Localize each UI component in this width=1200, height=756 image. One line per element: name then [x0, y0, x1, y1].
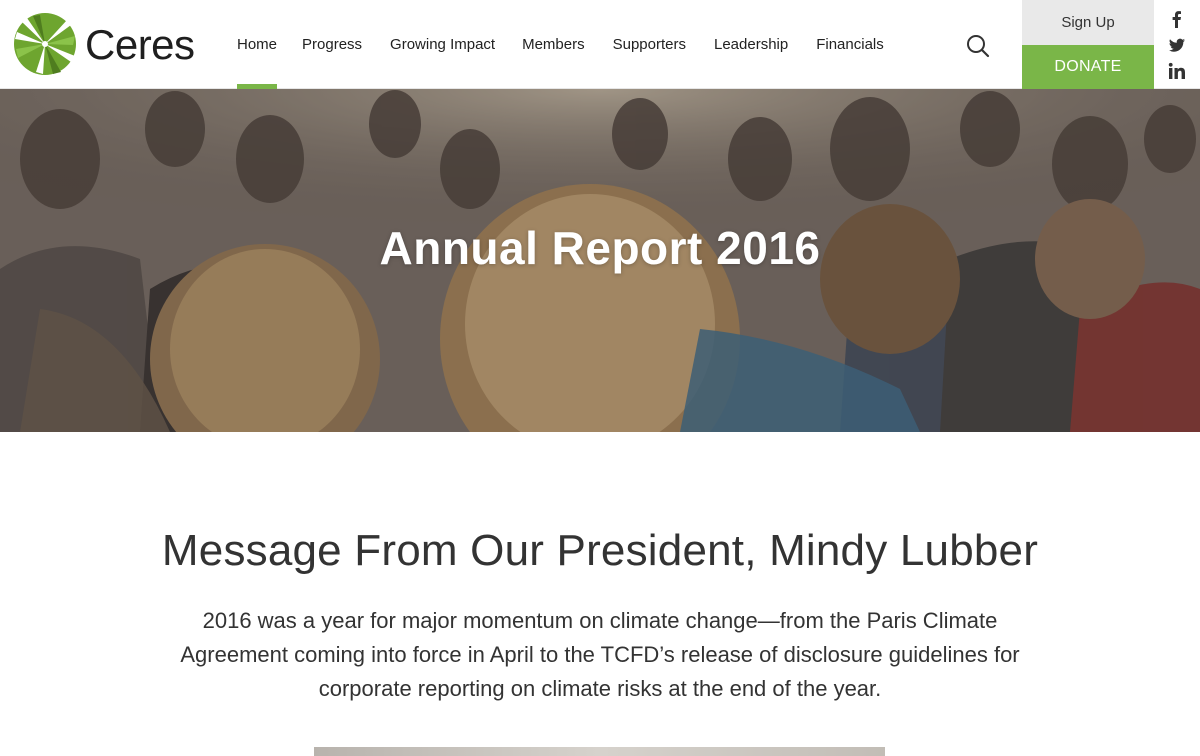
logo-wordmark: Ceres [85, 21, 195, 68]
nav-item-financials[interactable]: Financials [816, 0, 884, 89]
main-nav: Home Progress Growing Impact Members Sup… [237, 0, 884, 89]
hero-banner: Annual Report 2016 [0, 89, 1200, 432]
social-links [1154, 0, 1200, 89]
sign-up-button[interactable]: Sign Up [1022, 0, 1154, 45]
twitter-icon[interactable] [1168, 36, 1186, 54]
intro-paragraph: 2016 was a year for major momentum on cl… [180, 608, 1020, 701]
ceres-logo[interactable]: Ceres [13, 12, 195, 76]
nav-item-leadership[interactable]: Leadership [714, 0, 788, 89]
site-header: Ceres Home Progress Growing Impact Membe… [0, 0, 1200, 89]
nav-item-supporters[interactable]: Supporters [613, 0, 686, 89]
report-image [314, 747, 885, 756]
nav-item-members[interactable]: Members [522, 0, 585, 89]
nav-item-home[interactable]: Home [237, 0, 278, 89]
hero-title: Annual Report 2016 [379, 222, 821, 274]
search-icon[interactable] [966, 34, 990, 58]
linkedin-icon[interactable] [1168, 62, 1186, 80]
nav-item-progress[interactable]: Progress [302, 0, 362, 89]
nav-item-growing-impact[interactable]: Growing Impact [390, 0, 495, 89]
section-heading: Message From Our President, Mindy Lubber [161, 526, 1039, 575]
ceres-logo-icon [14, 13, 76, 75]
facebook-icon[interactable] [1168, 10, 1186, 28]
donate-button[interactable]: DONATE [1022, 45, 1154, 89]
